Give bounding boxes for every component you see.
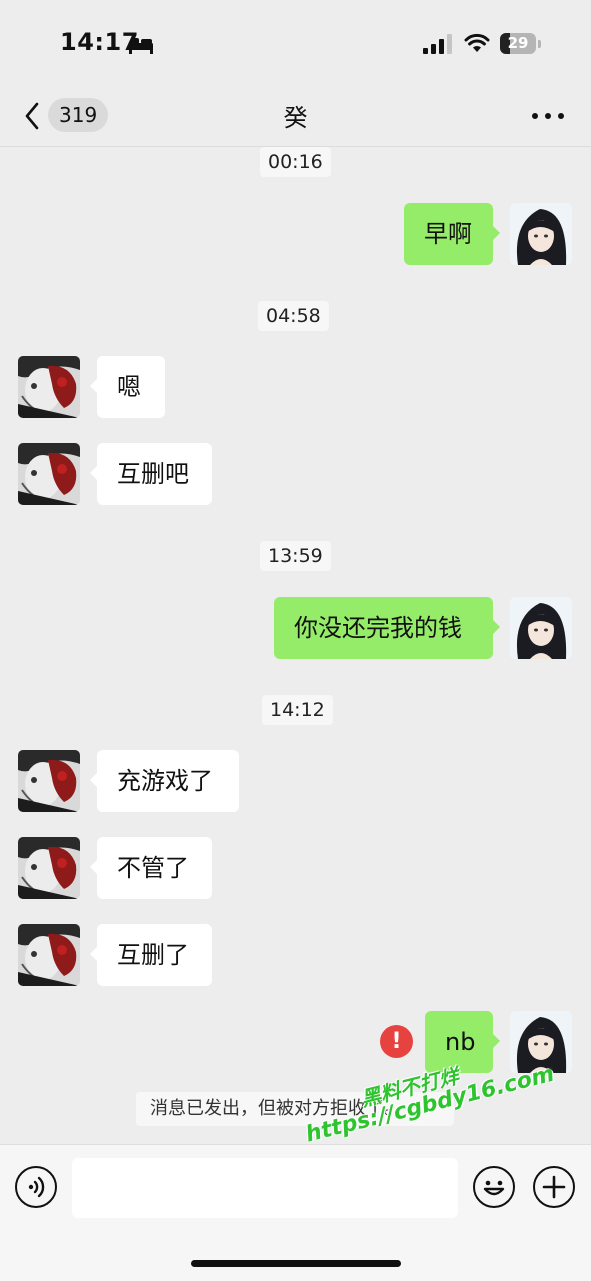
cellular-signal-icon: [423, 34, 452, 54]
contact-avatar[interactable]: [18, 356, 80, 418]
message-timestamp: 00:16: [260, 147, 331, 177]
outgoing-message-bubble[interactable]: 早啊: [404, 203, 500, 265]
battery-indicator: 29: [500, 33, 536, 54]
incoming-message-bubble[interactable]: 互删了: [90, 924, 212, 986]
my-avatar[interactable]: [510, 597, 572, 659]
contact-avatar[interactable]: [18, 443, 80, 505]
contact-avatar[interactable]: [18, 924, 80, 986]
message-timestamp: 14:12: [262, 695, 333, 725]
home-indicator[interactable]: [191, 1260, 401, 1267]
status-bar: 14:17 29: [0, 0, 591, 88]
emoji-icon: [483, 1180, 505, 1196]
wifi-icon: [464, 33, 490, 52]
voice-button[interactable]: [15, 1166, 57, 1208]
message-timestamp: 04:58: [258, 301, 329, 331]
emoji-button[interactable]: [473, 1166, 515, 1208]
my-avatar[interactable]: [510, 203, 572, 265]
outgoing-message-bubble[interactable]: 你没还完我的钱: [274, 597, 500, 659]
incoming-message-bubble[interactable]: 不管了: [90, 837, 212, 899]
message-input[interactable]: [72, 1158, 458, 1218]
sleep-focus-icon: [129, 38, 153, 54]
contact-avatar[interactable]: [18, 837, 80, 899]
plus-icon: [542, 1175, 566, 1199]
more-options-button[interactable]: [530, 106, 566, 126]
more-functions-button[interactable]: [533, 1166, 575, 1208]
watermark: 黑料不打烊 https://cgbdy16.com: [290, 1010, 557, 1148]
battery-percent: 29: [507, 34, 529, 52]
more-icon: [532, 113, 538, 119]
incoming-message-bubble[interactable]: 嗯: [90, 356, 165, 418]
incoming-message-bubble[interactable]: 充游戏了: [90, 750, 239, 812]
battery-tip: [538, 40, 541, 48]
message-timestamp: 13:59: [260, 541, 331, 571]
chat-header: 319 癸: [0, 88, 591, 147]
incoming-message-bubble[interactable]: 互删吧: [90, 443, 212, 505]
chat-title: 癸: [283, 104, 308, 132]
contact-avatar[interactable]: [18, 750, 80, 812]
voice-icon: [28, 1176, 45, 1198]
